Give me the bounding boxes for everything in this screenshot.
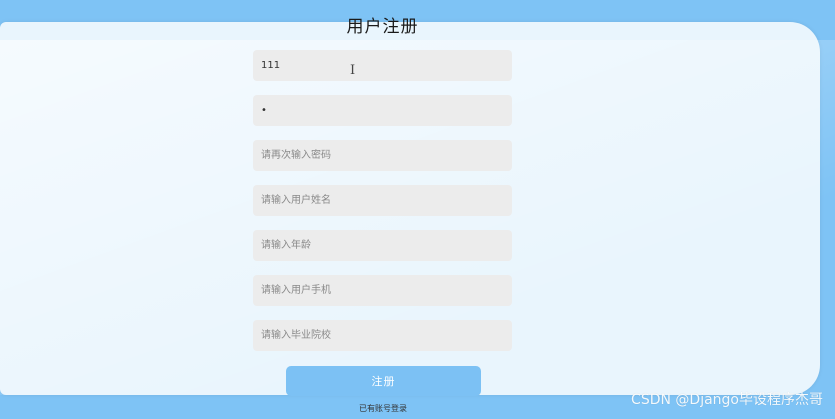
register-button[interactable]: 注册: [286, 366, 481, 396]
watermark: CSDN @Django毕设程序杰哥: [631, 392, 823, 408]
username-input[interactable]: [253, 50, 512, 81]
text-cursor-icon: I: [350, 63, 356, 78]
school-input[interactable]: [253, 320, 512, 351]
page-title: 用户注册: [346, 17, 419, 37]
user-name-input[interactable]: [253, 185, 512, 216]
phone-input[interactable]: [253, 275, 512, 306]
password-input[interactable]: [253, 95, 512, 126]
age-input[interactable]: [253, 230, 512, 261]
login-link[interactable]: 已有账号登录: [283, 403, 483, 414]
confirm-password-input[interactable]: [253, 140, 512, 171]
page: 用户注册 I 注册 已有账号登录 CSDN @Django毕设程序杰哥: [0, 0, 835, 419]
